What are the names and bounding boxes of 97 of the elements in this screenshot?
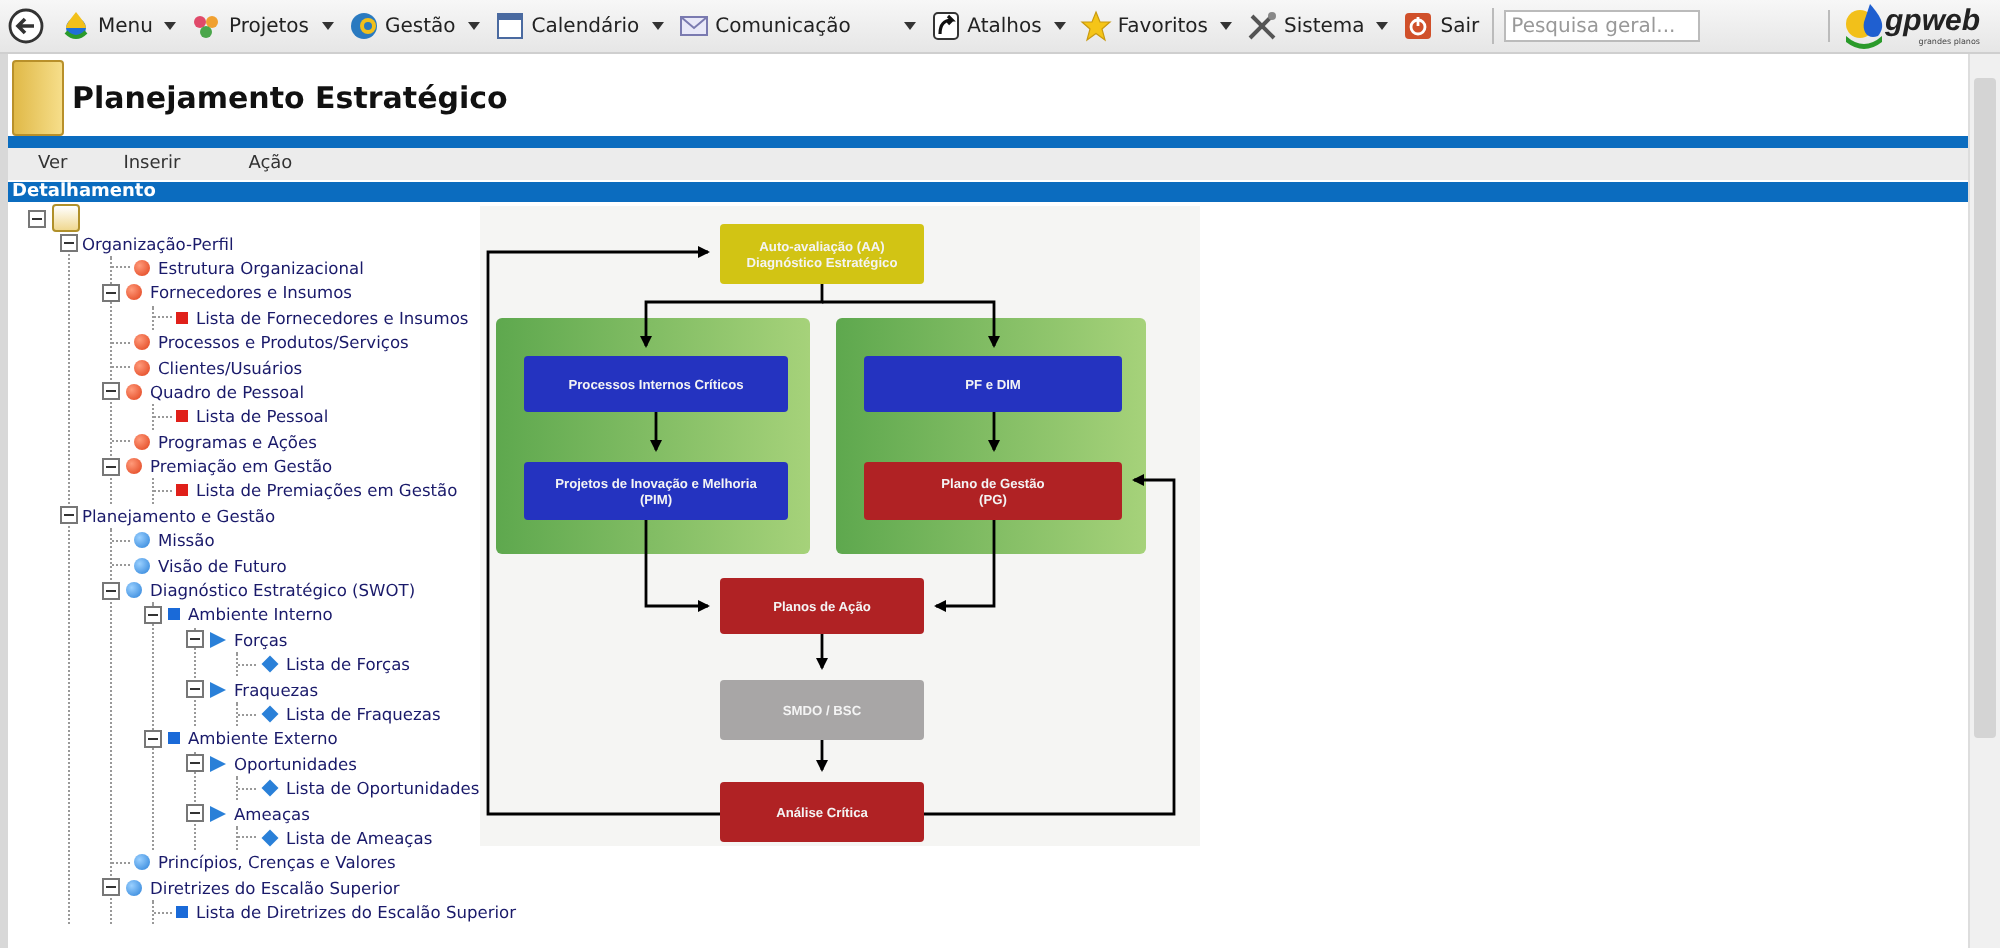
- collapse-icon[interactable]: [60, 506, 78, 525]
- toolbar-menu[interactable]: Atalhos: [929, 10, 1066, 42]
- collapse-icon[interactable]: [186, 630, 204, 649]
- square-icon: [176, 484, 188, 497]
- flower-icon: [190, 10, 223, 42]
- tree-item[interactable]: Oportunidades: [232, 753, 359, 774]
- collapse-icon[interactable]: [144, 729, 162, 748]
- square-icon: [168, 732, 180, 745]
- document-icon: [52, 204, 80, 233]
- tree-item[interactable]: Ambiente Interno: [186, 604, 335, 625]
- tree-item[interactable]: Visão de Futuro: [156, 555, 289, 576]
- connector-arrow: [816, 634, 828, 670]
- tree-item[interactable]: Lista de Diretrizes do Escalão Superior: [194, 902, 519, 923]
- tree-item[interactable]: Estrutura Organizacional: [156, 257, 366, 278]
- page-title: Planejamento Estratégico: [72, 80, 508, 116]
- collapse-icon[interactable]: [102, 457, 120, 476]
- tree-item[interactable]: Lista de Premiações em Gestão: [194, 480, 460, 501]
- triangle-icon: [210, 631, 226, 648]
- dot-icon: [126, 284, 142, 301]
- triangle-icon: [210, 805, 226, 822]
- toolbar-menu[interactable]: Gestão: [347, 10, 480, 42]
- dot-icon: [126, 879, 142, 896]
- square-icon: [176, 311, 188, 324]
- connector-arrow: [988, 412, 1000, 452]
- tree-item[interactable]: Diretrizes do Escalão Superior: [148, 877, 402, 898]
- collapse-icon[interactable]: [60, 234, 78, 253]
- collapse-icon[interactable]: [186, 804, 204, 823]
- drop-icon: [60, 10, 92, 42]
- tree-item[interactable]: Planejamento e Gestão: [80, 505, 278, 526]
- toolbar-menu[interactable]: Comunicação: [677, 10, 916, 42]
- tree-item[interactable]: Fornecedores e Insumos: [148, 282, 354, 303]
- tree-item[interactable]: Lista de Forças: [284, 654, 412, 675]
- mail-icon: [677, 10, 710, 42]
- toolbar-menu[interactable]: Favoritos: [1079, 10, 1232, 42]
- tree-item[interactable]: Lista de Oportunidades: [284, 778, 482, 799]
- square-icon: [168, 608, 180, 621]
- dot-icon: [134, 433, 150, 450]
- toolbar-menu[interactable]: Menu: [60, 10, 177, 42]
- tree-item[interactable]: Premiação em Gestão: [148, 456, 335, 477]
- collapse-icon[interactable]: [102, 581, 120, 600]
- collapse-icon[interactable]: [186, 680, 204, 699]
- folder-icon: [12, 60, 64, 136]
- tree-item[interactable]: Quadro de Pessoal: [148, 381, 307, 402]
- square-icon: [176, 410, 188, 423]
- scrollbar[interactable]: [1968, 54, 2000, 948]
- tools-icon: [1245, 10, 1278, 42]
- tree-item[interactable]: Lista de Fraquezas: [284, 704, 443, 724]
- tree-item[interactable]: Lista de Pessoal: [194, 406, 331, 427]
- dot-icon: [134, 854, 150, 871]
- shortcut-icon: [929, 10, 962, 42]
- dot-icon: [134, 359, 150, 376]
- power-icon: [1402, 10, 1435, 42]
- tree-item[interactable]: Princípios, Crenças e Valores: [156, 852, 398, 873]
- dot-icon: [134, 557, 150, 574]
- collapse-icon[interactable]: [28, 209, 46, 228]
- dot-icon: [126, 458, 142, 475]
- logo-text: gpweb: [1885, 7, 1980, 35]
- calendar-icon: [493, 10, 526, 42]
- triangle-icon: [210, 681, 226, 698]
- collapse-icon[interactable]: [144, 605, 162, 624]
- tree-item[interactable]: Fraquezas: [232, 679, 321, 700]
- collapse-icon[interactable]: [102, 283, 120, 302]
- tree-item[interactable]: Missão: [156, 530, 217, 551]
- toolbar-menu[interactable]: Calendário: [493, 10, 664, 42]
- collapse-icon[interactable]: [102, 382, 120, 401]
- tree-item[interactable]: Clientes/Usuários: [156, 357, 305, 378]
- tree-item[interactable]: Forças: [232, 629, 290, 650]
- dot-icon: [134, 334, 150, 351]
- tree-item[interactable]: Lista de Ameaças: [284, 827, 435, 848]
- triangle-icon: [210, 755, 226, 772]
- toolbar-menu[interactable]: Sistema: [1245, 10, 1389, 42]
- dot-icon: [126, 582, 142, 599]
- collapse-icon[interactable]: [186, 754, 204, 773]
- dot-icon: [126, 383, 142, 400]
- back-icon[interactable]: [8, 8, 44, 44]
- tree-item[interactable]: Ambiente Externo: [186, 728, 340, 749]
- tree-item[interactable]: Processos e Produtos/Serviços: [156, 332, 411, 353]
- toolbar-menu[interactable]: Projetos: [190, 10, 334, 42]
- globe-icon: [347, 10, 380, 42]
- tree-item[interactable]: Programas e Ações: [156, 431, 319, 452]
- tree-item[interactable]: Lista de Fornecedores e Insumos: [194, 307, 471, 328]
- square-icon: [176, 906, 188, 919]
- dot-icon: [134, 532, 150, 549]
- search-field[interactable]: Pesquisa geral...: [1503, 10, 1700, 42]
- menu-item[interactable]: Inserir: [117, 154, 187, 174]
- dot-icon: [134, 259, 150, 276]
- scrollbar-thumb[interactable]: [1974, 78, 1996, 738]
- collapse-icon[interactable]: [102, 878, 120, 897]
- connector-arrow: [816, 740, 828, 772]
- toolbar-menu[interactable]: Sair: [1402, 10, 1480, 42]
- tree-item[interactable]: Organização-Perfil: [80, 233, 236, 254]
- star-icon: [1079, 10, 1112, 42]
- menu-item[interactable]: Ação: [242, 154, 299, 174]
- menu-item[interactable]: Ver: [32, 154, 74, 174]
- section-header: Detalhamento: [8, 182, 1968, 202]
- tree-item[interactable]: Ameaças: [232, 803, 312, 824]
- tree-item[interactable]: Diagnóstico Estratégico (SWOT): [148, 580, 418, 601]
